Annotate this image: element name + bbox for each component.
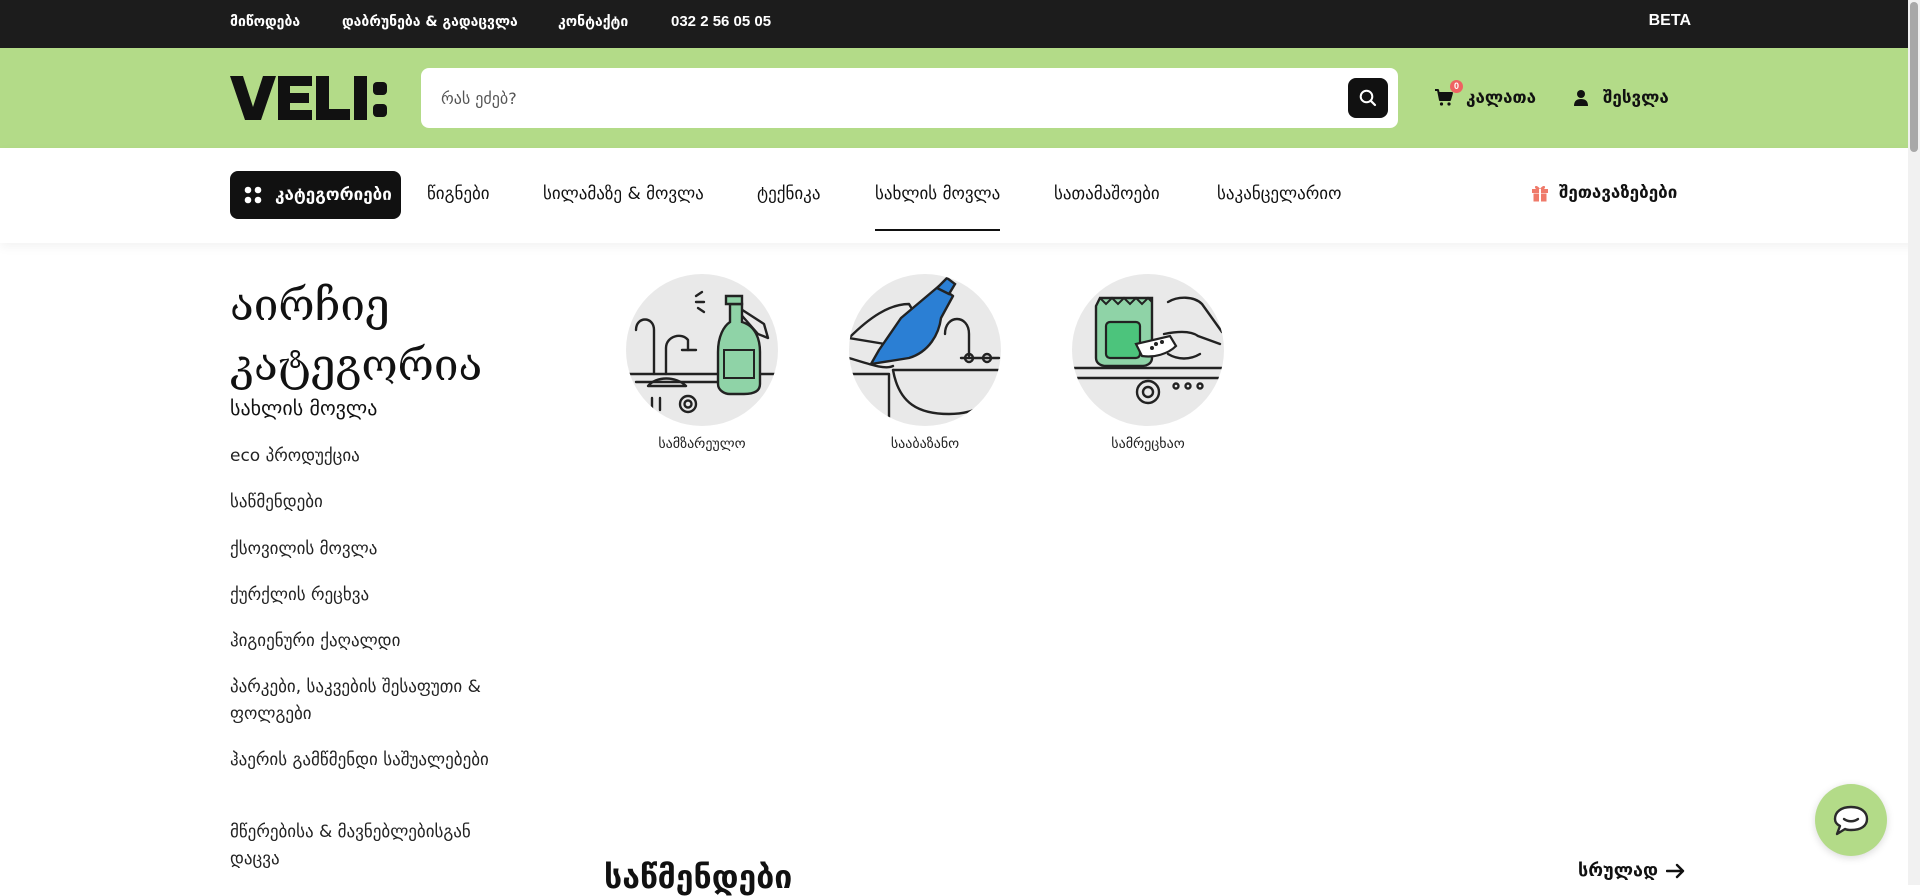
scrollbar-thumb[interactable]: [1910, 2, 1918, 152]
subcategory-bathroom[interactable]: სააბაზანო: [849, 274, 1001, 452]
sidebar-item-air-fresheners[interactable]: ჰაერის გამწმენდი საშუალებები: [230, 747, 510, 774]
sidebar-item-eco[interactable]: eco პროდუქცია: [230, 443, 510, 470]
cart-label: კალათა: [1466, 88, 1537, 108]
login-label: შესვლა: [1603, 88, 1669, 108]
offers-label: შეთავაზებები: [1559, 183, 1678, 203]
gift-icon: [1532, 185, 1548, 202]
subcategory-kitchen[interactable]: სამზარეულო: [626, 274, 778, 452]
grid-icon: [244, 186, 262, 204]
cart-button[interactable]: 0 კალათა: [1434, 80, 1537, 112]
subcategory-label: სამრეცხაო: [1111, 436, 1185, 452]
cart-count-badge: 0: [1450, 80, 1463, 93]
search-input[interactable]: [441, 68, 1321, 128]
subcategory-laundry[interactable]: სამრეცხაო: [1072, 274, 1224, 452]
login-button[interactable]: შესვლა: [1573, 84, 1669, 112]
sidebar-item-insect-protection[interactable]: მწერებისა & მავნებლებისგან დაცვა: [230, 819, 510, 873]
subcategory-label: სამზარეულო: [658, 436, 746, 452]
sidebar-subtitle: სახლის მოვლა: [230, 396, 378, 420]
bathroom-cleaner-icon: [849, 274, 1001, 426]
cart-icon: 0: [1434, 80, 1463, 109]
see-all-label: სრულად: [1578, 860, 1659, 881]
categories-button[interactable]: კატეგორიები: [230, 171, 401, 219]
laundry-detergent-icon: [1072, 274, 1224, 426]
beta-badge: BETA: [1648, 12, 1691, 29]
nav-item-electronics[interactable]: ტექნიკა: [757, 184, 820, 204]
nav-item-home-care[interactable]: სახლის მოვლა: [875, 184, 1001, 231]
nav-item-beauty[interactable]: სილამაზე & მოვლა: [543, 184, 704, 204]
sidebar-item-cleaners[interactable]: საწმენდები: [230, 489, 510, 516]
sidebar-item-bags-foil[interactable]: პარკები, საკვების შესაფუთი & ფოლგები: [230, 674, 510, 728]
chat-bubble-icon: [1833, 805, 1869, 836]
kitchen-spray-icon: [626, 274, 778, 426]
phone-number[interactable]: 032 2 56 05 05: [671, 13, 771, 30]
delivery-link[interactable]: მიწოდება: [230, 14, 300, 30]
search-bar: [421, 68, 1398, 128]
sidebar-item-fabric-care[interactable]: ქსოვილის მოვლა: [230, 536, 510, 563]
search-icon: [1359, 89, 1377, 107]
returns-link[interactable]: დაბრუნება & გადაცვლა: [342, 14, 518, 30]
section-title: საწმენდები: [604, 858, 793, 896]
category-nav: კატეგორიები წიგნები სილამაზე & მოვლა ტექ…: [0, 148, 1920, 243]
subcategory-label: სააბაზანო: [890, 436, 960, 452]
nav-item-stationery[interactable]: საკანცელარიო: [1217, 184, 1341, 204]
nav-item-books[interactable]: წიგნები: [427, 184, 490, 204]
chat-button[interactable]: [1815, 784, 1887, 856]
search-button[interactable]: [1348, 78, 1388, 118]
top-bar: მიწოდება დაბრუნება & გადაცვლა კონტაქტი 0…: [0, 0, 1920, 48]
sidebar-item-hygiene-paper[interactable]: ჰიგიენური ქაღალდი: [230, 628, 510, 655]
see-all-link[interactable]: სრულად: [1578, 860, 1686, 881]
page-scrollbar[interactable]: [1908, 0, 1920, 885]
user-icon: [1574, 90, 1588, 106]
veli-logo[interactable]: [230, 74, 406, 122]
arrow-right-icon: [1666, 863, 1685, 878]
nav-item-toys[interactable]: სათამაშოები: [1054, 184, 1160, 204]
sidebar-title: აირჩიე კატეგორია: [230, 280, 483, 391]
sidebar-item-dishwashing[interactable]: ქურქლის რეცხვა: [230, 582, 510, 609]
contact-link[interactable]: კონტაქტი: [558, 14, 628, 30]
header: 0 კალათა შესვლა: [0, 48, 1920, 148]
offers-link[interactable]: შეთავაზებები: [1531, 183, 1677, 203]
categories-button-label: კატეგორიები: [275, 185, 392, 205]
